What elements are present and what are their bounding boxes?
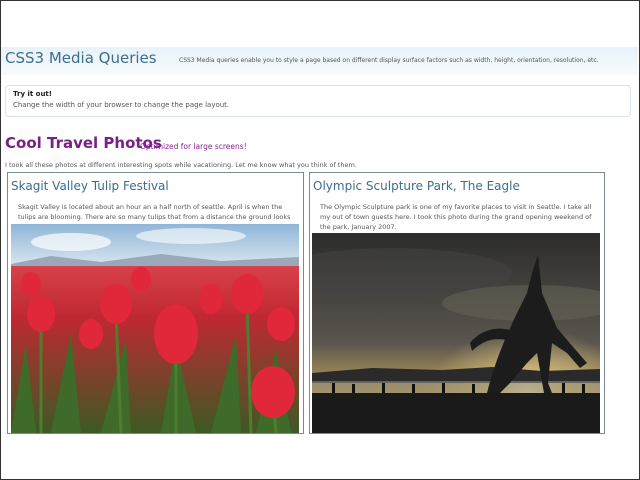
card-title: Skagit Valley Tulip Festival	[11, 179, 169, 193]
try-it-text: Change the width of your browser to chan…	[13, 101, 230, 109]
page-intro: I took all these photos at different int…	[5, 161, 357, 169]
blank-top-area	[1, 1, 638, 47]
page-heading: Cool Travel Photos	[5, 134, 162, 152]
try-it-box: Try it out! Change the width of your bro…	[5, 85, 631, 117]
site-description: CSS3 Media queries enable you to style a…	[179, 57, 599, 64]
card-title: Olympic Sculpture Park, The Eagle	[313, 179, 520, 193]
tulip-field-photo	[11, 224, 299, 433]
page-subheading: Optimized for large screens!	[140, 142, 247, 151]
photo-card-tulips: Skagit Valley Tulip Festival Skagit Vall…	[7, 172, 304, 434]
photo-card-eagle: Olympic Sculpture Park, The Eagle The Ol…	[309, 172, 605, 434]
site-title: CSS3 Media Queries	[5, 49, 157, 67]
eagle-sculpture-photo	[312, 233, 600, 433]
try-it-title: Try it out!	[13, 90, 52, 98]
card-description: The Olympic Sculpture park is one of my …	[320, 203, 592, 231]
